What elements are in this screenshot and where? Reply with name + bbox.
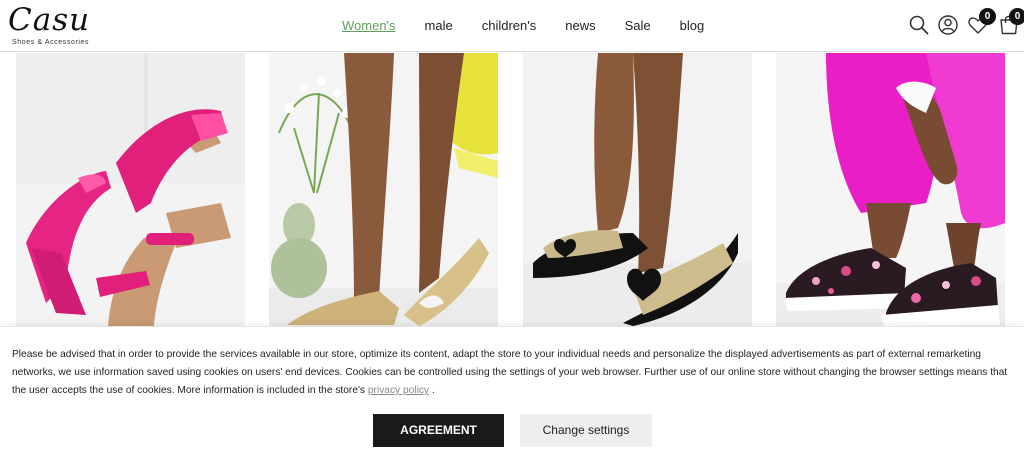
product-grid <box>0 53 1024 326</box>
cookie-notice-end: . <box>431 385 435 396</box>
product-image-pink-wedge-sandals[interactable] <box>16 53 245 326</box>
product-image-gold-heart-slides[interactable] <box>523 53 752 326</box>
nav-item-childrens[interactable]: children's <box>482 17 537 37</box>
wishlist-count-badge: 0 <box>979 8 996 25</box>
cookie-notice-text: Please be advised that in order to provi… <box>12 346 1016 400</box>
cookie-consent-panel: Please be advised that in order to provi… <box>0 326 1024 458</box>
logo-tagline: Shoes & Accessories <box>12 39 90 46</box>
nav-item-sale[interactable]: Sale <box>625 17 651 37</box>
search-icon[interactable] <box>908 14 930 36</box>
product-image-floral-platform-sneakers[interactable] <box>776 53 1005 326</box>
main-nav: Women's male children's news Sale blog <box>342 17 733 37</box>
site-header: Casu Shoes & Accessories Women's male ch… <box>0 0 1024 52</box>
privacy-policy-link[interactable]: privacy policy <box>368 385 429 396</box>
nav-item-womens[interactable]: Women's <box>342 17 396 37</box>
cookie-notice-body: Please be advised that in order to provi… <box>12 349 1008 396</box>
logo-wordmark: Casu <box>8 2 91 38</box>
header-icons: 0 0 <box>906 8 1024 40</box>
nav-item-male[interactable]: male <box>425 17 453 37</box>
user-icon[interactable] <box>937 14 959 36</box>
change-settings-button[interactable]: Change settings <box>520 414 652 447</box>
nav-item-news[interactable]: news <box>565 17 595 37</box>
nav-item-blog[interactable]: blog <box>680 17 705 37</box>
logo[interactable]: Casu Shoes & Accessories <box>8 2 108 50</box>
cart-count-badge: 0 <box>1009 8 1024 25</box>
product-image-gold-slingback-flats[interactable] <box>269 53 498 326</box>
agreement-button[interactable]: AGREEMENT <box>373 414 504 447</box>
